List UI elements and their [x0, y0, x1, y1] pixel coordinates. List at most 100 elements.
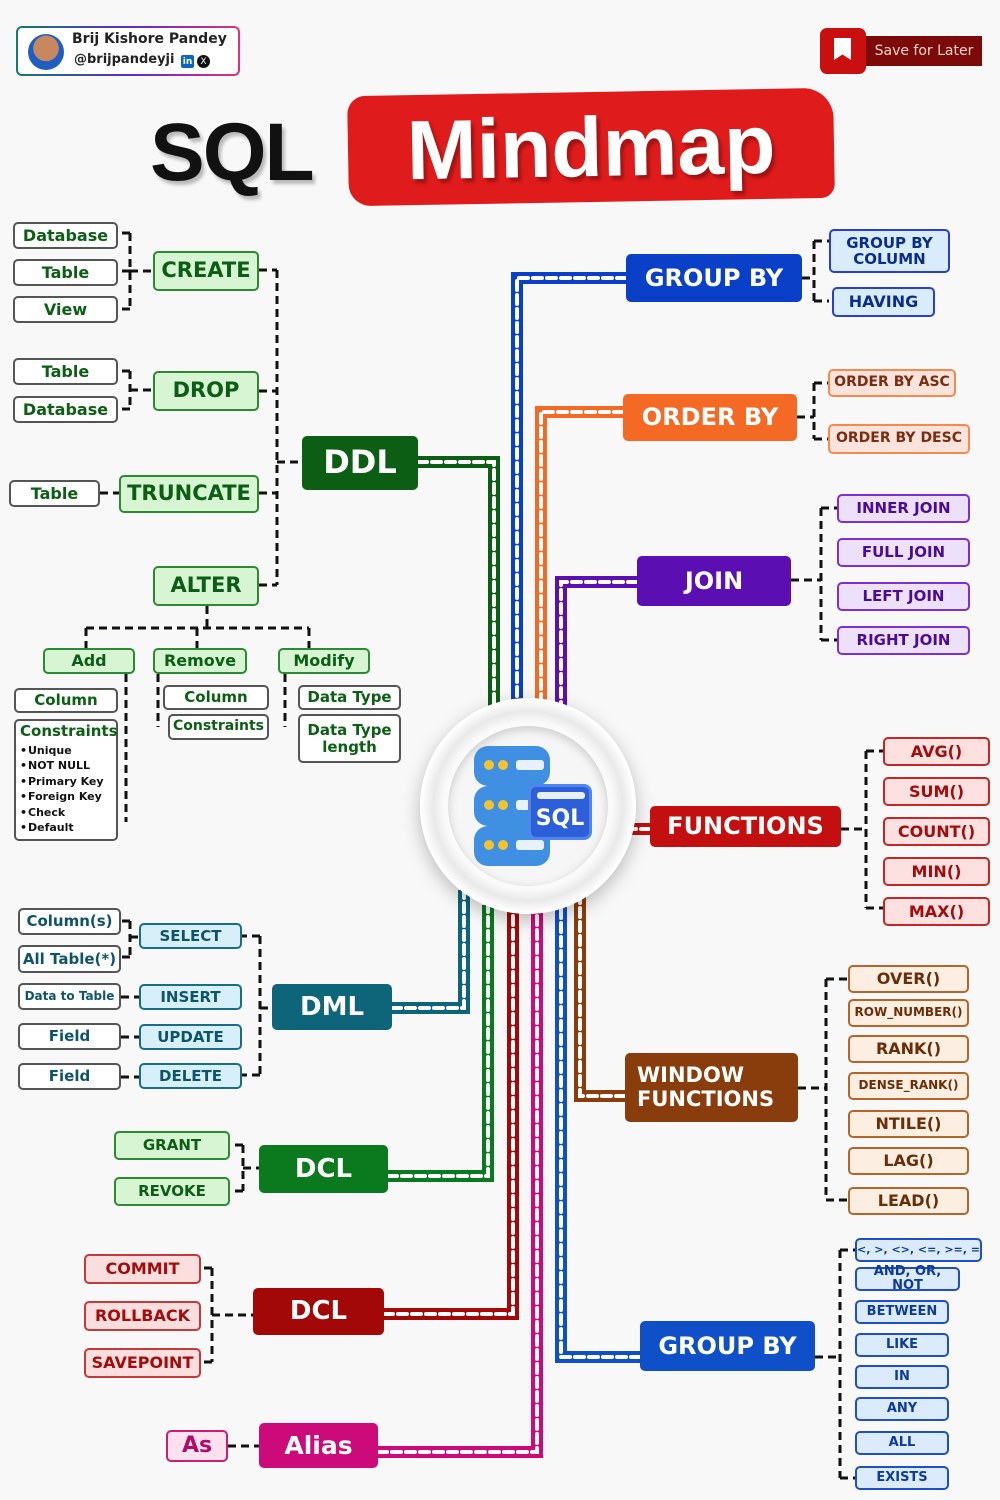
x-icon[interactable]: X	[197, 55, 210, 68]
group-by-item[interactable]: HAVING	[832, 287, 935, 317]
ddl-connector-dash	[416, 460, 496, 712]
where-item[interactable]: BETWEEN	[855, 1300, 949, 1324]
window-function-item[interactable]: ROW_NUMBER()	[848, 999, 969, 1027]
window-function-item[interactable]: RANK()	[848, 1035, 969, 1063]
window-function-item[interactable]: DENSE_RANK()	[848, 1072, 969, 1100]
where-item[interactable]: ANY	[855, 1397, 949, 1421]
save-for-later-button[interactable]: Save for Later	[820, 28, 982, 74]
join-item[interactable]: LEFT JOIN	[837, 582, 970, 611]
where-item[interactable]: LIKE	[855, 1333, 949, 1357]
drop-node[interactable]: DROP	[153, 371, 259, 411]
alter-modify[interactable]: Modify	[278, 648, 370, 674]
function-item[interactable]: SUM()	[883, 777, 990, 806]
tcl-item[interactable]: ROLLBACK	[84, 1301, 201, 1331]
where-item[interactable]: EXISTS	[855, 1466, 949, 1490]
window-function-item[interactable]: NTILE()	[848, 1110, 969, 1138]
dml-target[interactable]: Column(s)	[18, 908, 121, 935]
function-item[interactable]: MIN()	[883, 857, 990, 886]
bookmark-icon	[820, 28, 866, 74]
function-item[interactable]: AVG()	[883, 737, 990, 766]
where-node[interactable]: GROUP BY	[640, 1321, 815, 1371]
function-item[interactable]: COUNT()	[883, 817, 990, 846]
alias-node[interactable]: Alias	[259, 1423, 378, 1468]
remove-item[interactable]: Column	[163, 685, 269, 710]
function-item[interactable]: MAX()	[883, 897, 990, 926]
tcl-node[interactable]: DCL	[253, 1288, 384, 1335]
order-by-item[interactable]: ORDER BY DESC	[828, 424, 970, 454]
database-icon	[474, 746, 550, 786]
join-node[interactable]: JOIN	[637, 556, 791, 606]
window-functions-label: FUNCTIONS	[637, 1086, 775, 1111]
constraints-title: Constraints	[20, 722, 118, 740]
add-constraints[interactable]: Constraints UniqueNOT NULLPrimary KeyFore…	[14, 719, 118, 841]
dml-target[interactable]: All Table(*)	[18, 945, 121, 973]
dml-target[interactable]: Field	[18, 1063, 121, 1090]
modify-item[interactable]: Data Type	[298, 685, 401, 710]
dml-command[interactable]: UPDATE	[139, 1024, 242, 1050]
alter-add[interactable]: Add	[43, 648, 135, 674]
dml-target[interactable]: Field	[18, 1023, 121, 1050]
constraint-item: Primary Key	[20, 774, 104, 790]
window-functions-label: WINDOW	[637, 1063, 744, 1088]
dml-target[interactable]: Data to Table	[18, 983, 121, 1010]
drop-item[interactable]: Table	[13, 358, 118, 385]
title-sql: SQL	[150, 107, 315, 198]
create-item[interactable]: View	[13, 296, 118, 323]
create-node[interactable]: CREATE	[153, 251, 259, 291]
where-item[interactable]: ALL	[855, 1431, 949, 1455]
constraint-item: Default	[20, 820, 74, 836]
truncate-item[interactable]: Table	[9, 480, 100, 507]
dcl-connector	[388, 905, 494, 1182]
window-function-item[interactable]: LAG()	[848, 1147, 969, 1175]
window-functions-node[interactable]: WINDOW FUNCTIONS	[625, 1053, 798, 1122]
order-by-connector	[535, 406, 623, 705]
join-item[interactable]: RIGHT JOIN	[837, 626, 970, 655]
group-by-connector	[511, 272, 626, 705]
linkedin-icon[interactable]: in	[181, 55, 194, 68]
tcl-item[interactable]: SAVEPOINT	[84, 1348, 201, 1378]
where-item[interactable]: AND, OR, NOT	[855, 1264, 960, 1293]
dml-node[interactable]: DML	[272, 984, 392, 1030]
join-item[interactable]: FULL JOIN	[837, 538, 970, 567]
dml-command[interactable]: SELECT	[139, 923, 242, 949]
window-function-item[interactable]: LEAD()	[848, 1187, 969, 1215]
truncate-node[interactable]: TRUNCATE	[119, 475, 259, 513]
author-badge[interactable]: Brij Kishore Pandey @brijpandeyji in X	[16, 26, 240, 76]
dml-command[interactable]: DELETE	[139, 1063, 242, 1089]
window-function-item[interactable]: OVER()	[848, 965, 969, 993]
dcl-node[interactable]: DCL	[259, 1145, 388, 1193]
alter-remove[interactable]: Remove	[153, 648, 247, 674]
dml-connector-dash	[390, 888, 466, 1010]
join-connector	[555, 576, 637, 712]
group-by-item[interactable]: GROUP BY COLUMN	[829, 229, 950, 273]
constraint-item: Check	[20, 805, 65, 821]
ddl-connector	[418, 456, 500, 710]
constraint-item: Foreign Key	[20, 789, 102, 805]
drop-item[interactable]: Database	[13, 396, 118, 423]
where-connector	[555, 906, 640, 1363]
where-item[interactable]: IN	[855, 1365, 949, 1389]
ddl-node[interactable]: DDL	[302, 436, 418, 490]
group-by-connector-dash	[515, 276, 628, 707]
alias-item[interactable]: As	[166, 1430, 228, 1462]
group-by-node[interactable]: GROUP BY	[626, 254, 802, 302]
tcl-item[interactable]: COMMIT	[84, 1254, 201, 1284]
dcl-connector-dash	[386, 903, 490, 1178]
dcl-item[interactable]: GRANT	[114, 1131, 230, 1160]
modify-item[interactable]: Data Type length	[298, 714, 401, 763]
where-item[interactable]: <, >, <>, <=, >=, =	[855, 1238, 982, 1262]
dml-command[interactable]: INSERT	[139, 984, 242, 1010]
create-item[interactable]: Database	[13, 222, 118, 249]
author-name: Brij Kishore Pandey	[72, 31, 227, 47]
alter-node[interactable]: ALTER	[153, 566, 259, 606]
dcl-item[interactable]: REVOKE	[114, 1177, 230, 1206]
functions-node[interactable]: FUNCTIONS	[650, 806, 841, 847]
where-connector-dash	[559, 904, 642, 1359]
window-connector	[574, 895, 625, 1102]
add-column[interactable]: Column	[14, 688, 118, 713]
create-item[interactable]: Table	[13, 259, 118, 286]
remove-item[interactable]: Constraints	[168, 714, 269, 740]
order-by-item[interactable]: ORDER BY ASC	[828, 369, 956, 397]
join-item[interactable]: INNER JOIN	[837, 494, 970, 523]
order-by-node[interactable]: ORDER BY	[623, 394, 797, 441]
